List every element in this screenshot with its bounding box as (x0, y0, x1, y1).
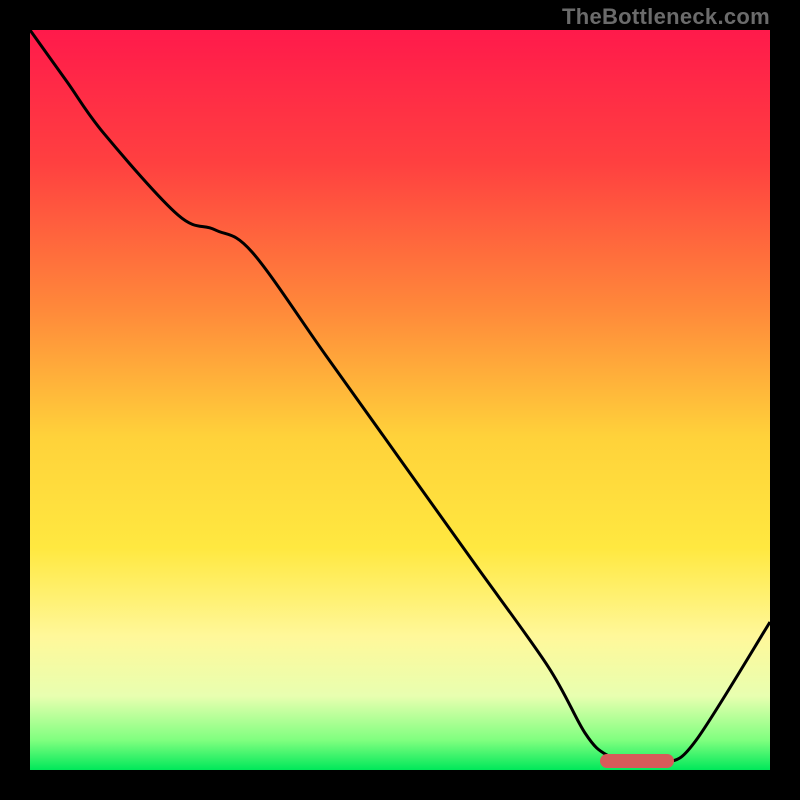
watermark-text: TheBottleneck.com (562, 4, 770, 30)
gradient-background (30, 30, 770, 770)
plot-area (30, 30, 770, 770)
plot-frame: TheBottleneck.com (0, 0, 800, 800)
optimal-range-marker (600, 754, 674, 768)
